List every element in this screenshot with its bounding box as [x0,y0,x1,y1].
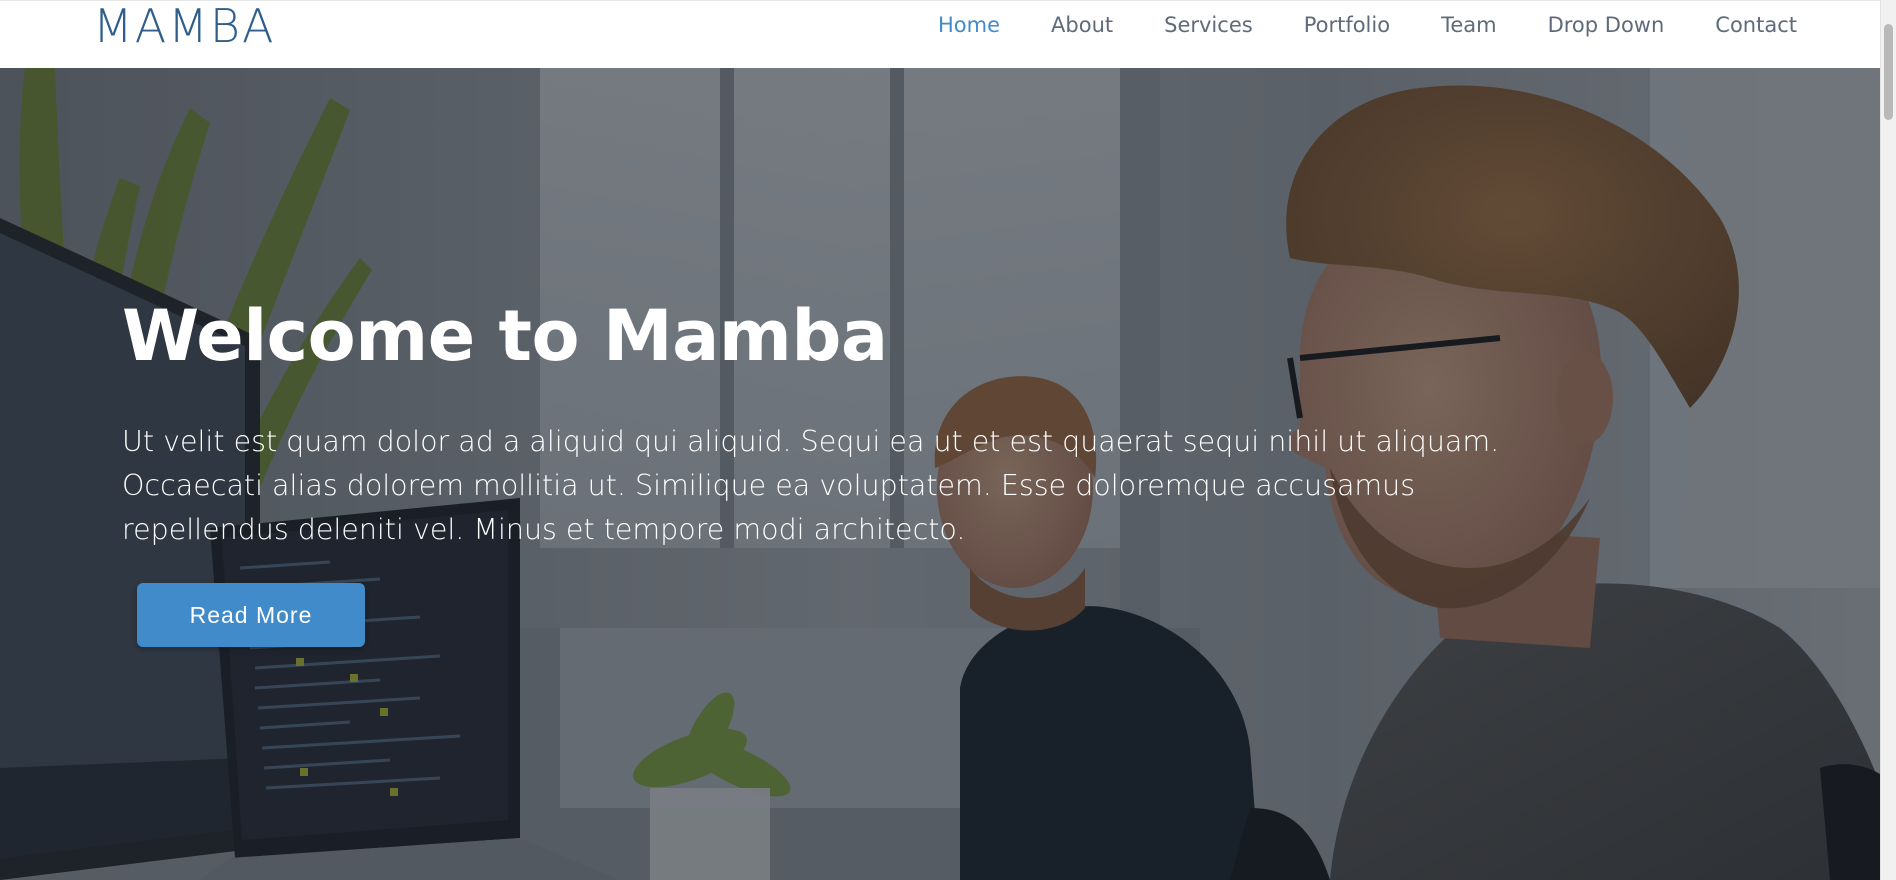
nav-link-home[interactable]: Home [938,1,1000,49]
nav-link-services[interactable]: Services [1164,1,1253,49]
nav-link-team[interactable]: Team [1441,1,1497,49]
site-header: MAMBA Home About Services Portfolio Team… [0,0,1896,68]
nav-link-contact[interactable]: Contact [1715,1,1797,49]
nav-link-about[interactable]: About [1051,1,1113,49]
main-nav: Home About Services Portfolio Team Drop … [938,1,1797,49]
scrollbar-thumb[interactable] [1884,24,1893,120]
read-more-button[interactable]: Read More [137,583,365,647]
nav-link-drop-down[interactable]: Drop Down [1548,1,1665,49]
hero-section: Welcome to Mamba Ut velit est quam dolor… [0,68,1896,880]
nav-link-portfolio[interactable]: Portfolio [1304,1,1390,49]
hero-title: Welcome to Mamba [122,295,888,377]
page-scrollbar[interactable] [1880,0,1896,880]
page: MAMBA Home About Services Portfolio Team… [0,0,1896,880]
site-logo[interactable]: MAMBA [93,0,275,52]
hero-description: Ut velit est quam dolor ad a aliquid qui… [122,425,1500,546]
